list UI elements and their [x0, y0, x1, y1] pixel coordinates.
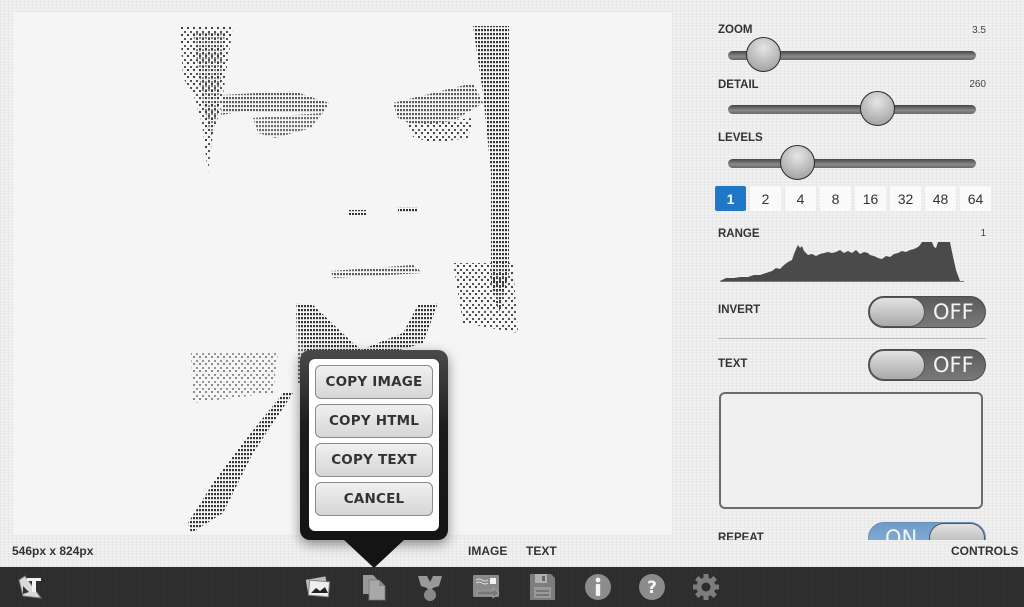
invert-toggle[interactable]: OFF [868, 296, 986, 328]
level-option[interactable]: 4 [785, 186, 816, 211]
save-button[interactable] [526, 571, 558, 603]
settings-gear-icon [693, 574, 719, 600]
level-option[interactable]: 32 [890, 186, 921, 211]
repeat-toggle[interactable]: ON [868, 522, 986, 540]
tab-image[interactable]: IMAGE [468, 544, 507, 558]
detail-slider-knob[interactable] [859, 91, 895, 126]
zoom-label: ZOOM [718, 24, 753, 36]
text-label: TEXT [718, 358, 748, 370]
range-value: 1 [980, 228, 986, 239]
settings-button[interactable] [690, 571, 722, 603]
level-option[interactable]: 48 [925, 186, 956, 211]
level-option[interactable]: 1 [715, 186, 746, 211]
controls-panel: ZOOM 3.5 DETAIL 260 LEVELS 1 2 4 8 16 32… [712, 0, 1012, 540]
custom-text-input[interactable] [719, 392, 983, 509]
levels-slider[interactable] [728, 145, 976, 180]
help-icon: ? [639, 574, 665, 600]
save-disk-icon [530, 574, 555, 600]
detail-slider[interactable] [728, 91, 976, 126]
zoom-slider[interactable] [728, 37, 976, 72]
photos-button[interactable] [302, 571, 334, 603]
info-icon [585, 574, 611, 600]
toggle-thumb[interactable] [869, 297, 925, 327]
invert-toggle-state: OFF [933, 300, 974, 324]
detail-label: DETAIL [718, 79, 759, 91]
copy-button[interactable] [358, 571, 390, 603]
export-button[interactable] [470, 571, 502, 603]
levels-options: 1 2 4 8 16 32 48 64 [715, 186, 991, 211]
share-icon [418, 576, 442, 601]
copy-text-button[interactable]: COPY TEXT [315, 443, 433, 477]
detail-value: 260 [969, 79, 986, 90]
copy-html-button[interactable]: COPY HTML [315, 404, 433, 438]
level-option[interactable]: 2 [750, 186, 781, 211]
cancel-button[interactable]: CANCEL [315, 482, 433, 516]
share-button[interactable] [414, 571, 446, 603]
zoom-value: 3.5 [972, 25, 986, 36]
help-button[interactable]: ? [636, 571, 668, 603]
repeat-label: REPEAT [718, 532, 764, 540]
copy-image-button[interactable]: COPY IMAGE [315, 365, 433, 399]
popover-content: COPY IMAGE COPY HTML COPY TEXT CANCEL [309, 359, 439, 531]
photos-icon [305, 576, 331, 598]
level-option[interactable]: 16 [855, 186, 886, 211]
text-toggle[interactable]: OFF [868, 349, 986, 381]
toggle-thumb[interactable] [929, 523, 985, 540]
copy-documents-icon [363, 575, 386, 601]
range-histogram[interactable] [720, 240, 974, 282]
tab-controls[interactable]: CONTROLS [951, 544, 1018, 558]
toggle-thumb[interactable] [869, 350, 925, 380]
app-logo-button[interactable] [14, 571, 46, 603]
level-option[interactable]: 8 [820, 186, 851, 211]
svg-text:?: ? [647, 578, 657, 598]
levels-slider-knob[interactable] [780, 145, 816, 180]
image-dimensions: 546px x 824px [12, 544, 94, 558]
text-toggle-state: OFF [933, 353, 974, 377]
range-label: RANGE [718, 228, 760, 240]
export-icon [473, 575, 500, 599]
levels-slider-track[interactable] [728, 159, 976, 168]
zoom-slider-knob[interactable] [745, 37, 781, 72]
copy-menu-popover: COPY IMAGE COPY HTML COPY TEXT CANCEL [300, 350, 448, 540]
detail-slider-track[interactable] [728, 105, 976, 114]
level-option[interactable]: 64 [960, 186, 991, 211]
histogram-area [720, 242, 960, 281]
tab-text[interactable]: TEXT [526, 544, 557, 558]
bottom-toolbar: ? [0, 567, 1024, 607]
repeat-toggle-state: ON [885, 526, 918, 540]
popover-arrow [343, 539, 405, 568]
app-logo-icon [18, 575, 43, 599]
invert-label: INVERT [718, 304, 761, 316]
divider [718, 338, 986, 339]
levels-label: LEVELS [718, 132, 763, 144]
info-button[interactable] [582, 571, 614, 603]
